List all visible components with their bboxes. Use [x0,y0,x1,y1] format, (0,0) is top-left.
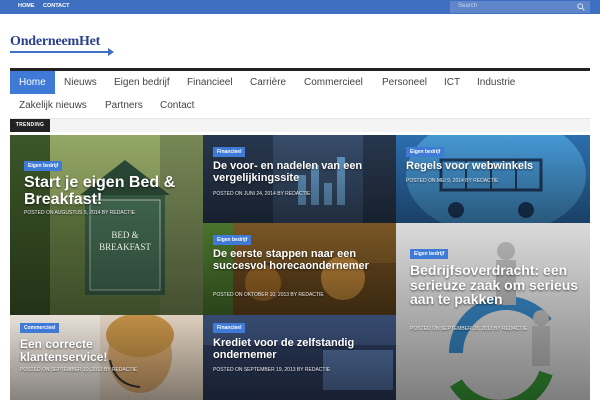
nav-item-nieuws[interactable]: Nieuws [55,71,106,94]
category-badge[interactable]: Eigen bedrijf [24,161,63,171]
main-nav: Home Nieuws Eigen bedrijf Financieel Car… [10,71,590,119]
post-meta: Posted on Augustus 5, 2014 by Redactie [24,210,136,216]
post-meta: Posted on Juni 24, 2014 by Redactie [213,191,311,197]
category-badge[interactable]: Financieel [213,323,246,333]
nav-item-industrie[interactable]: Industrie [468,71,524,94]
top-bar: Home Contact Search [0,0,600,14]
featured-post-webwinkels[interactable]: Eigen bedrijf Regels voor webwinkels Pos… [396,135,590,223]
featured-post-krediet[interactable]: Financieel Krediet voor de zelfstandig o… [203,315,396,400]
post-title[interactable]: Start je eigen Bed & Breakfast! [24,174,194,209]
post-meta: Posted on Mei 9, 2014 by Redactie [406,178,499,184]
nav-item-partners[interactable]: Partners [96,94,152,117]
search-placeholder: Search [458,3,478,9]
post-title[interactable]: Bedrijfsoverdracht: een serieuze zaak om… [410,263,585,307]
post-meta: Posted on September 23, 2013 by Redactie [410,326,528,332]
nav-item-carriere[interactable]: Carrière [241,71,295,94]
category-badge[interactable]: Eigen bedrijf [213,235,252,245]
category-badge[interactable]: Commercieel [20,323,60,333]
site-logo[interactable]: OnderneemHet [10,34,114,56]
topbar-contact-link[interactable]: Contact [43,3,69,9]
featured-post-bedrijfsoverdracht[interactable]: Eigen bedrijf Bedrijfsoverdracht: een se… [396,223,590,400]
featured-post-horecaondernemer[interactable]: Eigen bedrijf De eerste stappen naar een… [203,223,396,315]
post-title[interactable]: De eerste stappen naar een succesvol hor… [213,248,393,272]
image-sign-text: BED & BREAKFAST [99,230,151,252]
post-title[interactable]: Krediet voor de zelfstandig ondernemer [213,337,393,361]
logo-underline [10,51,112,53]
nav-item-commercieel[interactable]: Commercieel [295,71,372,94]
post-meta: Posted on Oktober 10, 2013 by Redactie [213,292,324,298]
post-title[interactable]: Regels voor webwinkels [406,160,581,173]
nav-item-ict[interactable]: ICT [435,71,469,94]
nav-item-contact[interactable]: Contact [151,94,203,117]
nav-item-personeel[interactable]: Personeel [373,71,436,94]
featured-post-bed-breakfast[interactable]: BED & BREAKFAST Eigen bedrijf Start je e… [10,135,203,315]
post-title[interactable]: De voor- en nadelen van een vergelijking… [213,160,388,184]
logo-text: OnderneemHet [10,34,101,49]
category-badge[interactable]: Eigen bedrijf [406,147,445,157]
site-header: OnderneemHet [0,14,600,68]
post-title[interactable]: Een correcte klantenservice! [20,338,140,363]
featured-post-vergelijkingssite[interactable]: Financieel De voor- en nadelen van een v… [203,135,396,223]
category-badge[interactable]: Financieel [213,147,246,157]
nav-item-eigen-bedrijf[interactable]: Eigen bedrijf [105,71,179,94]
topbar-home-link[interactable]: Home [18,3,35,9]
post-meta: Posted on September 19, 2013 by Redactie [20,367,138,373]
trending-bar: TRENDING [10,119,590,132]
nav-item-financieel[interactable]: Financieel [178,71,242,94]
search-icon[interactable] [577,3,585,11]
search-input[interactable]: Search [450,1,590,13]
trending-label: TRENDING [10,119,50,132]
category-badge[interactable]: Eigen bedrijf [410,249,449,259]
post-meta: Posted on September 19, 2013 by Redactie [213,367,331,373]
nav-item-home[interactable]: Home [10,71,55,94]
featured-post-klantenservice[interactable]: Commercieel Een correcte klantenservice!… [10,315,203,400]
nav-item-zakelijk-nieuws[interactable]: Zakelijk nieuws [10,94,96,117]
logo-arrow-icon [108,48,114,56]
featured-grid: BED & BREAKFAST Eigen bedrijf Start je e… [10,135,590,400]
